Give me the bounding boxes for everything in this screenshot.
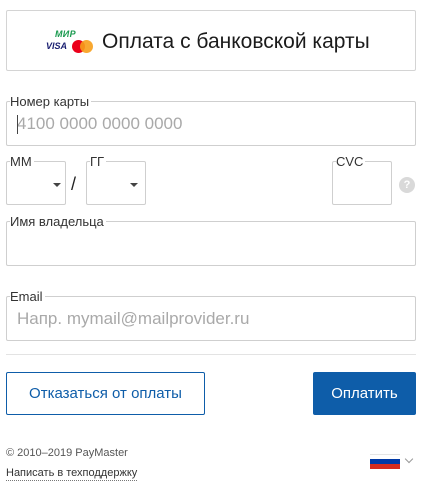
pay-button[interactable]: Оплатить xyxy=(313,372,416,415)
cancel-payment-button[interactable]: Отказаться от оплаты xyxy=(6,372,205,415)
email-label: Email xyxy=(10,290,45,304)
cvc-label: CVC xyxy=(336,155,365,169)
mastercard-logo xyxy=(72,40,94,53)
page-title: Оплата с банковской карты xyxy=(102,30,370,54)
mir-logo: МИР xyxy=(55,29,76,39)
language-selector[interactable] xyxy=(370,452,416,472)
card-number-label: Номер карты xyxy=(10,95,91,109)
card-logos: МИР VISA xyxy=(45,29,97,57)
copyright-text: © 2010–2019 PayMaster xyxy=(6,447,128,459)
divider xyxy=(6,354,416,355)
month-label: ММ xyxy=(10,155,34,169)
date-separator: / xyxy=(71,174,76,195)
ru-flag-icon xyxy=(370,454,400,469)
chevron-down-icon xyxy=(130,183,138,187)
holder-name-label: Имя владельца xyxy=(10,215,106,229)
chevron-down-icon xyxy=(405,455,413,463)
email-field[interactable] xyxy=(6,296,416,341)
question-icon[interactable]: ? xyxy=(399,177,415,193)
text-caret xyxy=(17,115,18,134)
year-label: ГГ xyxy=(90,155,106,169)
email-input[interactable] xyxy=(7,297,415,340)
payment-header: МИР VISA Оплата с банковской карты xyxy=(6,10,416,71)
visa-logo: VISA xyxy=(46,41,67,51)
support-link[interactable]: Написать в техподдержку xyxy=(6,467,137,481)
chevron-down-icon xyxy=(53,183,61,187)
